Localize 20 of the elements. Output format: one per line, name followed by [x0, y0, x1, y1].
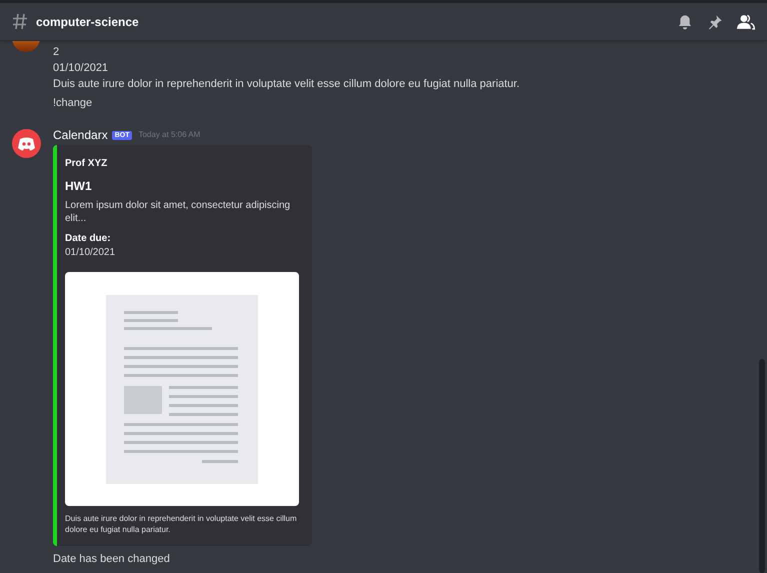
- timestamp: Today at 5:06 AM: [138, 129, 200, 141]
- scrollbar-thumb[interactable]: [759, 359, 765, 573]
- field-value: 01/10/2021: [65, 246, 116, 260]
- members-icon[interactable]: [737, 14, 755, 30]
- hash-icon: [12, 13, 28, 30]
- bot-avatar-icon[interactable]: [12, 129, 41, 158]
- message-text: Date has been changed: [53, 552, 171, 567]
- message-text: !change: [53, 96, 94, 111]
- embed-title: HW1: [65, 178, 93, 194]
- embed-footer: Duis aute irure dolor in reprehenderit in voluptate velit esse cillum dolore eu fugiat nulla pariatur.: [65, 513, 300, 535]
- pin-icon[interactable]: [707, 14, 723, 30]
- embed-description: Lorem ipsum dolor sit amet, consectetur adipiscing elit...: [65, 199, 292, 225]
- bell-icon[interactable]: [677, 14, 693, 30]
- author-name[interactable]: Calendarx: [53, 126, 108, 144]
- message-text: Duis aute irure dolor in reprehenderit in voluptate velit esse cillum dolore eu fugiat nulla pariatur.: [53, 77, 521, 92]
- message-text: 01/10/2021: [53, 61, 110, 76]
- embed-author: Prof XYZ: [65, 157, 108, 171]
- message-text: 2: [53, 45, 60, 60]
- channel-name: computer-science: [36, 14, 139, 30]
- field-name: Date due:: [65, 232, 112, 245]
